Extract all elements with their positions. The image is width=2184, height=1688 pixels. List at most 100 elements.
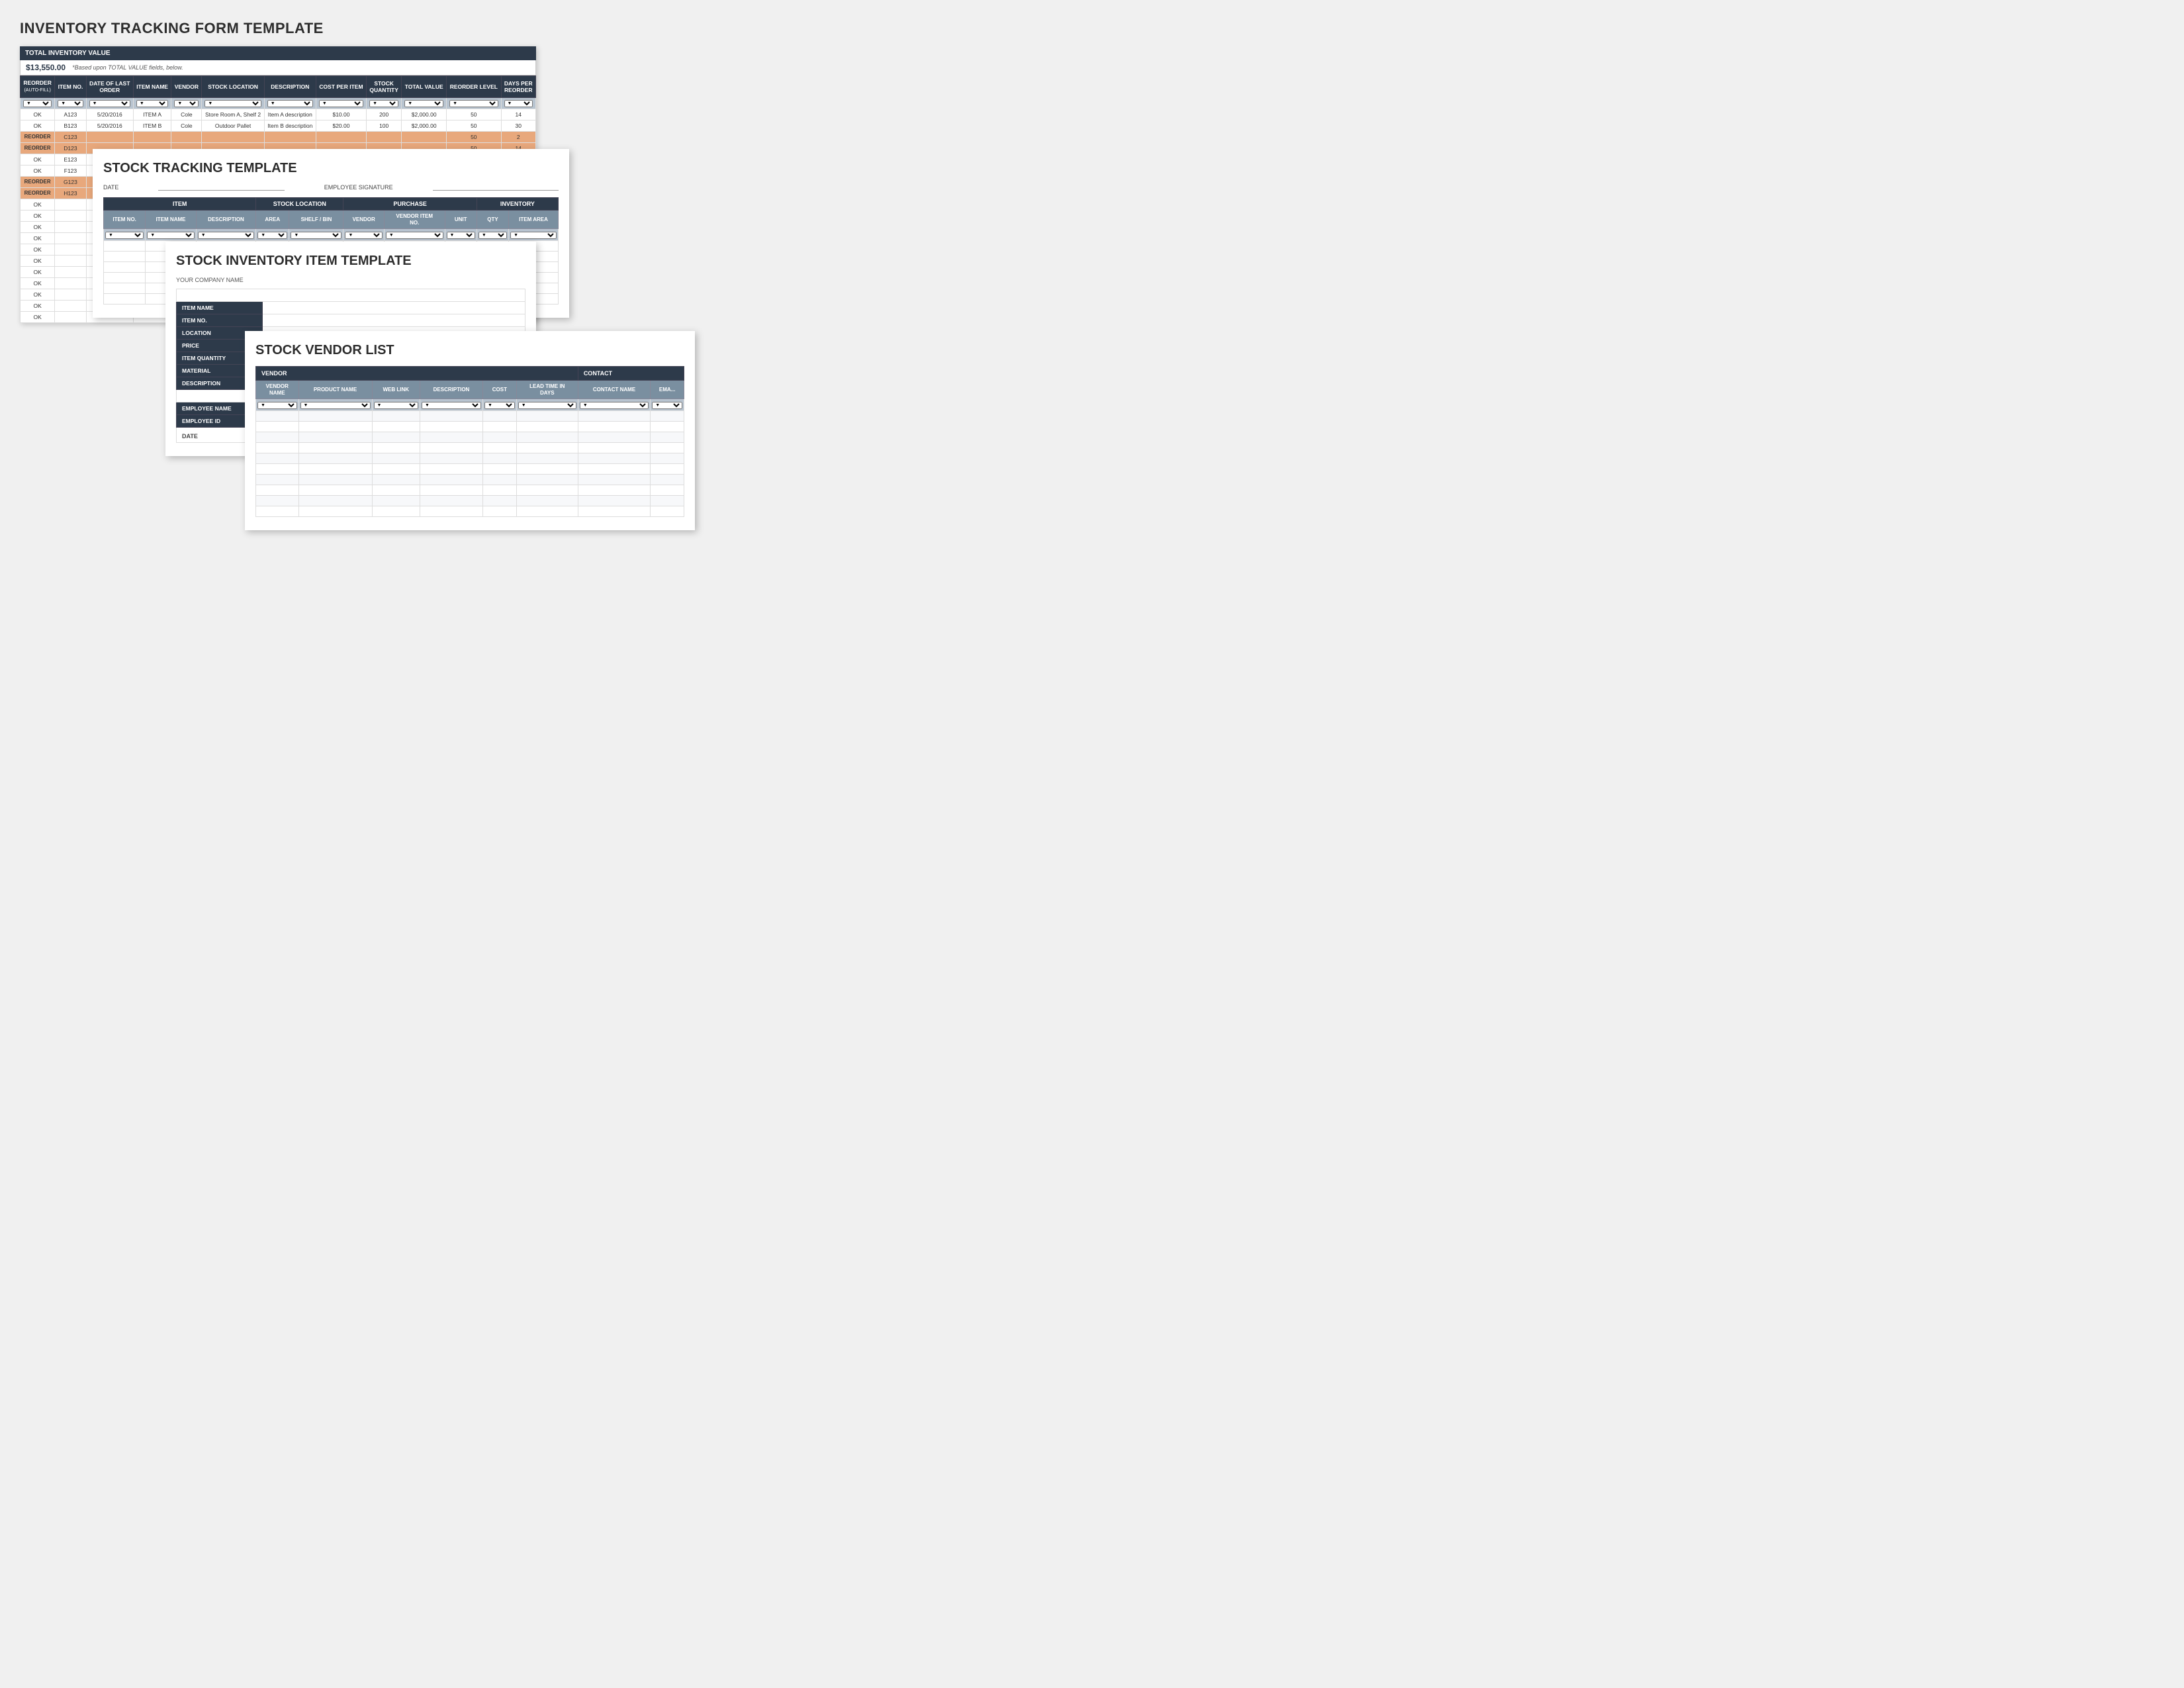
table-cell	[578, 453, 650, 464]
vf-desc[interactable]: ▼	[420, 399, 482, 411]
stkf-qty[interactable]: ▼	[477, 229, 508, 241]
table-cell: OK	[21, 266, 55, 277]
table-row	[256, 453, 684, 464]
stkf-itemarea[interactable]: ▼	[509, 229, 559, 241]
table-cell	[483, 464, 517, 475]
filter-desc[interactable]: ▼	[264, 97, 316, 109]
company-name: YOUR COMPANY NAME	[176, 277, 525, 283]
table-cell: OK	[21, 221, 55, 232]
vf-lead[interactable]: ▼	[516, 399, 578, 411]
stkf-itemno[interactable]: ▼	[104, 229, 146, 241]
table-cell	[420, 422, 482, 432]
vcol-cost: COST	[483, 381, 517, 399]
col-cost: COST PER ITEM	[316, 76, 366, 98]
table-cell: $2,000.00	[402, 109, 447, 120]
table-cell	[372, 443, 420, 453]
table-cell	[516, 411, 578, 422]
vf-cost[interactable]: ▼	[483, 399, 517, 411]
table-cell: 200	[367, 109, 402, 120]
table-cell	[578, 464, 650, 475]
table-cell	[256, 411, 299, 422]
filter-itemname[interactable]: ▼	[133, 97, 171, 109]
table-cell	[256, 485, 299, 496]
table-cell	[298, 475, 372, 485]
vf-email[interactable]: ▼	[651, 399, 684, 411]
table-cell	[104, 241, 146, 252]
sub-area: AREA	[256, 211, 289, 229]
vf-vendorname[interactable]: ▼	[256, 399, 299, 411]
vf-contact[interactable]: ▼	[578, 399, 650, 411]
filter-reorder[interactable]: ▼	[21, 97, 55, 109]
table-cell	[420, 464, 482, 475]
col-date: DATE OF LASTORDER	[86, 76, 133, 98]
table-cell: OK	[21, 300, 55, 311]
table-cell: 50	[447, 131, 501, 142]
table-cell	[651, 411, 684, 422]
table-cell	[104, 273, 146, 283]
table-cell: H123	[55, 187, 86, 199]
table-cell: ITEM B	[133, 120, 171, 131]
filter-vendor[interactable]: ▼	[171, 97, 202, 109]
stock-vendor-title: STOCK VENDOR LIST	[255, 343, 684, 358]
table-cell	[483, 453, 517, 464]
table-cell: E123	[55, 154, 86, 165]
field-itemno-value[interactable]	[263, 314, 525, 327]
table-cell	[372, 485, 420, 496]
table-cell	[483, 432, 517, 443]
signature-label: EMPLOYEE SIGNATURE	[324, 184, 393, 191]
table-cell	[298, 506, 372, 517]
table-cell: A123	[55, 109, 86, 120]
table-cell: $20.00	[316, 120, 366, 131]
table-row	[256, 464, 684, 475]
filter-reorderlevel[interactable]: ▼	[447, 97, 501, 109]
table-cell	[256, 453, 299, 464]
filter-cost[interactable]: ▼	[316, 97, 366, 109]
table-cell	[516, 496, 578, 506]
table-cell	[55, 289, 86, 300]
stkf-area[interactable]: ▼	[256, 229, 289, 241]
vcol-productname: PRODUCT NAME	[298, 381, 372, 399]
vf-product[interactable]: ▼	[298, 399, 372, 411]
table-cell	[578, 506, 650, 517]
stkf-vendoritemno[interactable]: ▼	[384, 229, 445, 241]
sub-itemname: ITEM NAME	[146, 211, 197, 229]
stkf-desc[interactable]: ▼	[196, 229, 255, 241]
stkf-unit[interactable]: ▼	[445, 229, 477, 241]
table-cell	[578, 496, 650, 506]
table-cell	[298, 443, 372, 453]
filter-daysper[interactable]: ▼	[501, 97, 535, 109]
vf-web[interactable]: ▼	[372, 399, 420, 411]
filter-date[interactable]: ▼	[86, 97, 133, 109]
table-cell	[55, 199, 86, 210]
table-cell	[298, 453, 372, 464]
table-cell	[420, 475, 482, 485]
table-cell	[372, 475, 420, 485]
filter-itemno[interactable]: ▼	[55, 97, 86, 109]
signature-field[interactable]	[433, 184, 559, 191]
stock-inventory-title: STOCK INVENTORY ITEM TEMPLATE	[176, 254, 525, 269]
table-cell: Item B description	[264, 120, 316, 131]
table-cell	[256, 496, 299, 506]
table-cell: OK	[21, 165, 55, 176]
filter-qty[interactable]: ▼	[367, 97, 402, 109]
date-field[interactable]	[158, 184, 284, 191]
summary-note: *Based upon TOTAL VALUE fields, below.	[72, 64, 183, 71]
table-cell: REORDER	[21, 142, 55, 154]
table-cell	[420, 496, 482, 506]
table-cell	[420, 453, 482, 464]
table-cell	[256, 422, 299, 432]
table-row	[256, 422, 684, 432]
stkf-shelf[interactable]: ▼	[289, 229, 343, 241]
table-cell: B123	[55, 120, 86, 131]
summary-bar-label: TOTAL INVENTORY VALUE	[20, 46, 536, 60]
field-itemname-value[interactable]	[263, 302, 525, 314]
sub-description: DESCRIPTION	[196, 211, 255, 229]
stkf-vendor[interactable]: ▼	[343, 229, 384, 241]
filter-totalval[interactable]: ▼	[402, 97, 447, 109]
table-cell	[578, 422, 650, 432]
stkf-itemname[interactable]: ▼	[146, 229, 197, 241]
sub-itemno: ITEM NO.	[104, 211, 146, 229]
table-cell	[420, 411, 482, 422]
table-cell: ITEM A	[133, 109, 171, 120]
filter-location[interactable]: ▼	[202, 97, 264, 109]
